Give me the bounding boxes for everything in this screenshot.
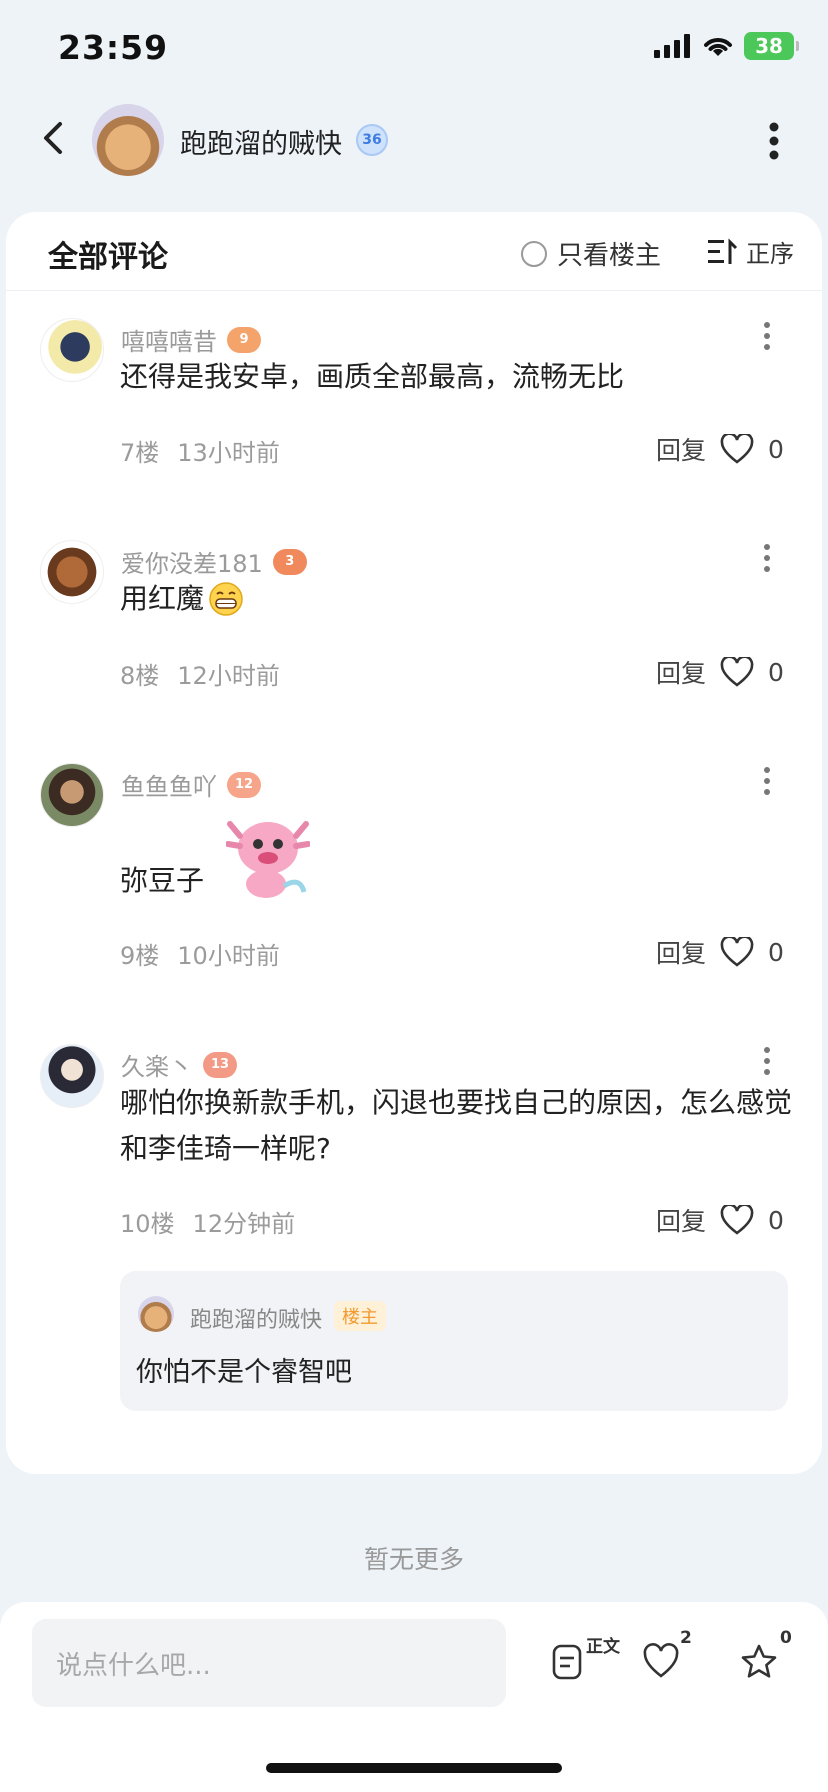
author-name[interactable]: 跑跑溜的贼快 bbox=[180, 122, 342, 161]
star-total: 0 bbox=[780, 1628, 792, 1648]
comment-actions: 回复 0 bbox=[656, 431, 784, 467]
nested-reply[interactable] bbox=[120, 1271, 788, 1411]
comment-more-icon[interactable] bbox=[763, 1046, 771, 1076]
heart-icon[interactable] bbox=[642, 1643, 680, 1681]
comment-actions: 回复 0 bbox=[656, 934, 784, 970]
comment-meta: 10楼 12分钟前 bbox=[120, 1210, 296, 1238]
grin-emoji-icon bbox=[209, 582, 243, 616]
comment-text: 用红魔 bbox=[120, 582, 205, 615]
heart-icon[interactable] bbox=[720, 937, 754, 967]
level-badge: 13 bbox=[203, 1051, 237, 1078]
reply-author-name[interactable]: 跑跑溜的贼快 bbox=[190, 1302, 322, 1334]
signal-icon bbox=[654, 34, 690, 58]
comment-actions: 回复 0 bbox=[656, 1202, 784, 1238]
comment-more-icon[interactable] bbox=[763, 321, 771, 351]
document-icon[interactable] bbox=[548, 1643, 586, 1681]
heart-icon[interactable] bbox=[720, 434, 754, 464]
reply-button[interactable]: 回复 bbox=[656, 431, 706, 467]
comment-meta: 7楼 13小时前 bbox=[120, 439, 280, 467]
like-count: 0 bbox=[768, 1205, 784, 1235]
level-badge: 3 bbox=[272, 548, 307, 575]
commenter-avatar[interactable] bbox=[40, 1044, 104, 1108]
sort-label: 正序 bbox=[746, 240, 794, 268]
reply-avatar[interactable] bbox=[138, 1296, 174, 1332]
home-indicator bbox=[266, 1763, 562, 1773]
commenter-name[interactable]: 嘻嘻嘻昔 9 bbox=[121, 322, 261, 357]
reply-text: 你怕不是个睿智吧 bbox=[136, 1357, 352, 1388]
no-more-label: 暂无更多 bbox=[363, 1545, 464, 1574]
status-time: 23:59 bbox=[58, 28, 169, 67]
comment-text: 弥豆子 bbox=[120, 864, 205, 897]
commenter-avatar[interactable] bbox=[40, 763, 104, 827]
level-badge: 12 bbox=[227, 771, 261, 798]
like-count: 0 bbox=[768, 657, 784, 687]
comment-input[interactable]: 说点什么吧... bbox=[32, 1619, 506, 1707]
battery-indicator: 38 bbox=[744, 32, 799, 60]
doc-label: 正文 bbox=[586, 1637, 620, 1657]
commenter-name[interactable]: 久楽丶 13 bbox=[121, 1047, 237, 1082]
sort-icon bbox=[708, 237, 738, 264]
more-options-icon[interactable] bbox=[768, 122, 780, 160]
status-icons: 38 bbox=[654, 32, 799, 60]
section-title: 全部评论 bbox=[48, 240, 168, 275]
back-arrow-icon[interactable] bbox=[34, 118, 74, 158]
comment-text: 哪怕你换新款手机，闪退也要找自己的原因，怎么感觉和李佳琦一样呢? bbox=[120, 1086, 793, 1165]
comment-text: 还得是我安卓，画质全部最高，流畅无比 bbox=[120, 360, 625, 393]
comment-text-row: 用红魔 bbox=[120, 576, 244, 622]
sticker-image bbox=[226, 821, 310, 898]
star-icon[interactable] bbox=[740, 1643, 778, 1681]
comment-meta: 9楼 10小时前 bbox=[120, 942, 280, 970]
comment-more-icon[interactable] bbox=[763, 543, 771, 573]
like-total: 2 bbox=[680, 1628, 692, 1648]
divider bbox=[6, 290, 822, 291]
sort-toggle[interactable]: 正序 bbox=[708, 234, 794, 269]
comment-more-icon[interactable] bbox=[763, 766, 771, 796]
commenter-avatar[interactable] bbox=[40, 540, 104, 604]
commenter-avatar[interactable] bbox=[40, 318, 104, 382]
wifi-icon bbox=[704, 38, 732, 56]
like-count: 0 bbox=[768, 434, 784, 464]
commenter-name[interactable]: 鱼鱼鱼吖 12 bbox=[121, 767, 261, 802]
reply-button[interactable]: 回复 bbox=[656, 654, 706, 690]
owner-only-label: 只看楼主 bbox=[557, 241, 662, 271]
level-badge: 9 bbox=[227, 326, 261, 353]
author-avatar[interactable] bbox=[92, 104, 164, 176]
comment-actions: 回复 0 bbox=[656, 654, 784, 690]
heart-icon[interactable] bbox=[720, 657, 754, 687]
reply-button[interactable]: 回复 bbox=[656, 1202, 706, 1238]
reply-button[interactable]: 回复 bbox=[656, 934, 706, 970]
author-level-badge: 36 bbox=[356, 124, 388, 156]
comment-meta: 8楼 12小时前 bbox=[120, 662, 280, 690]
heart-icon[interactable] bbox=[720, 1205, 754, 1235]
commenter-name[interactable]: 爱你没差181 3 bbox=[121, 544, 307, 579]
owner-only-toggle[interactable]: 只看楼主 bbox=[521, 235, 661, 272]
like-count: 0 bbox=[768, 937, 784, 967]
radio-icon[interactable] bbox=[521, 240, 547, 267]
owner-tag: 楼主 bbox=[334, 1301, 386, 1331]
